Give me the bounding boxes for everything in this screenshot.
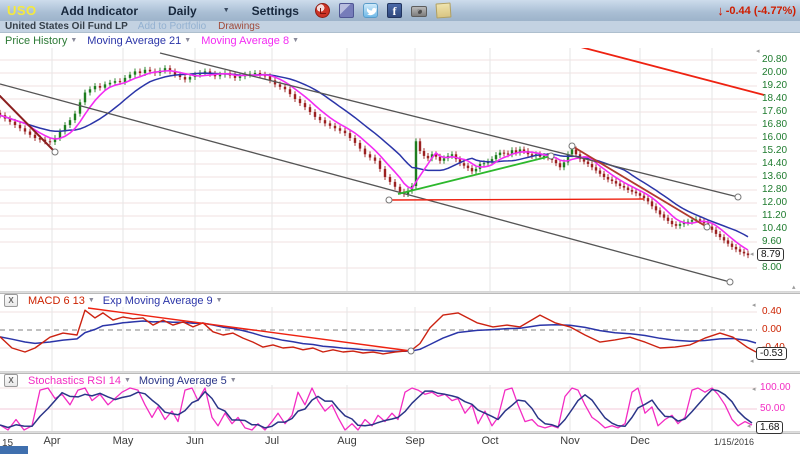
add-to-portfolio-link[interactable]: Add to Portfolio [138, 21, 206, 32]
panel-divider[interactable] [0, 431, 800, 434]
macd-grid [0, 307, 757, 371]
change-text: -0.44 (-4.77%) [726, 5, 796, 17]
ma8-label: Moving Average 8 [201, 35, 289, 47]
x-axis-end-date: 1/15/2016 [714, 437, 754, 447]
price-panel-legend: Price History ▼ Moving Average 21 ▼ Movi… [0, 33, 800, 48]
macd-axis-tick: 0.40 [762, 306, 781, 317]
top-toolbar: USO Add Indicator Daily ▼ Settings f ↓ -… [0, 0, 800, 21]
scroll-arrow-icon[interactable]: ▴ [792, 284, 796, 291]
price-axis-tick: 12.80 [762, 184, 787, 195]
price-axis-tick: 18.40 [762, 93, 787, 104]
twitter-icon[interactable] [363, 3, 378, 18]
price-chart[interactable] [0, 48, 800, 291]
x-axis-month-label: Nov [548, 435, 592, 447]
price-axis-tick: 20.80 [762, 54, 787, 65]
current-price-box: 8.79 [757, 248, 784, 261]
x-axis-month-label: Sep [393, 435, 437, 447]
price-axis-tick: 12.00 [762, 197, 787, 208]
macd-chart[interactable] [0, 294, 800, 371]
price-axis-tick: 20.00 [762, 67, 787, 78]
settings-button[interactable]: Settings [252, 4, 299, 18]
x-axis-month-label: Apr [30, 435, 74, 447]
price-axis-tick: 16.80 [762, 119, 787, 130]
symbol-full-name: United States Oil Fund LP [5, 21, 128, 32]
x-axis-month-label: Oct [468, 435, 512, 447]
price-axis-tick: 10.40 [762, 223, 787, 234]
charting-app-window: USO Add Indicator Daily ▼ Settings f ↓ -… [0, 0, 800, 454]
stoch-axis-tick: 50.00 [760, 403, 785, 414]
price-grid [0, 48, 757, 291]
x-axis-month-label: May [101, 435, 145, 447]
scroll-arrow-icon[interactable]: ◂ [752, 386, 756, 393]
ma8-dropdown[interactable]: Moving Average 8 ▼ [201, 35, 299, 47]
price-axis-tick: 14.40 [762, 158, 787, 169]
cube-icon[interactable] [339, 3, 354, 18]
chevron-down-icon[interactable]: ▼ [70, 37, 77, 44]
stoch-value-box: 1.68 [756, 421, 783, 434]
price-axis-tick: 16.00 [762, 132, 787, 143]
camera-icon[interactable] [411, 6, 427, 17]
scroll-arrow-icon[interactable]: ◂ [750, 251, 754, 258]
scroll-arrow-icon[interactable]: ◂ [750, 358, 754, 365]
ma21-dropdown[interactable]: Moving Average 21 ▼ [87, 35, 191, 47]
drawings-link[interactable]: Drawings [218, 21, 260, 32]
chevron-down-icon[interactable]: ▼ [292, 37, 299, 44]
x-axis-month-label: Dec [618, 435, 662, 447]
price-axis-tick: 8.00 [762, 262, 781, 273]
x-axis-month-label: Jun [173, 435, 217, 447]
macd-axis-tick: 0.00 [762, 324, 781, 335]
facebook-icon[interactable]: f [387, 3, 402, 18]
period-select[interactable]: Daily [168, 4, 197, 18]
chevron-down-icon[interactable]: ▼ [184, 37, 191, 44]
ticker-symbol[interactable]: USO [7, 3, 37, 18]
price-history-dropdown[interactable]: Price History ▼ [5, 35, 77, 47]
price-axis-tick: 17.60 [762, 106, 787, 117]
price-axis-tick: 13.60 [762, 171, 787, 182]
twitter-bird [364, 4, 379, 19]
add-indicator-button[interactable]: Add Indicator [61, 4, 138, 18]
down-arrow-icon: ↓ [717, 3, 724, 18]
scroll-arrow-icon[interactable]: ◂ [756, 48, 760, 55]
chevron-down-icon[interactable]: ▼ [124, 377, 131, 384]
chevron-down-icon[interactable]: ▼ [223, 7, 230, 14]
x-axis-month-label: Jul [250, 435, 294, 447]
alarm-clock-icon[interactable] [315, 3, 330, 18]
taskbar-fragment [0, 446, 28, 454]
x-axis-month-label: Aug [325, 435, 369, 447]
scroll-arrow-icon[interactable]: ◂ [752, 302, 756, 309]
price-axis-tick: 9.60 [762, 236, 781, 247]
stoch-axis-tick: 100.00 [760, 382, 791, 393]
price-axis-tick: 19.20 [762, 80, 787, 91]
price-history-label: Price History [5, 35, 67, 47]
scroll-arrow-icon[interactable]: ◂ [747, 423, 751, 430]
notes-icon[interactable] [435, 2, 451, 18]
stochastics-chart[interactable] [0, 385, 800, 431]
macd-value-box: -0.53 [756, 347, 787, 360]
price-axis-tick: 11.20 [762, 210, 786, 221]
chevron-down-icon[interactable]: ▼ [230, 377, 237, 384]
price-change-quote: ↓ -0.44 (-4.77%) [717, 3, 796, 18]
ma21-label: Moving Average 21 [87, 35, 181, 47]
price-axis-tick: 15.20 [762, 145, 787, 156]
symbol-subbar: United States Oil Fund LP Add to Portfol… [0, 21, 800, 33]
toolbar-icons: f [315, 3, 451, 18]
